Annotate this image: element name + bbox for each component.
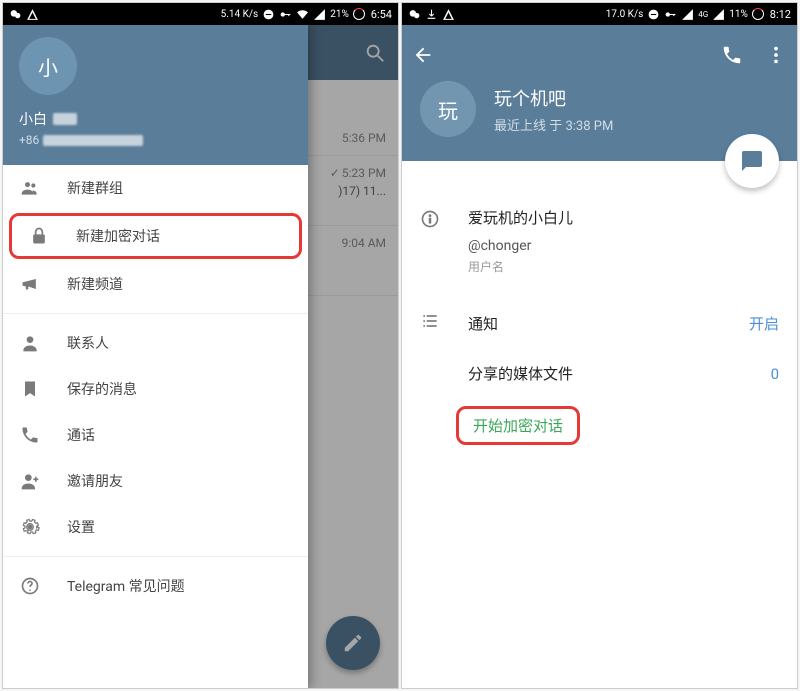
username-label: 用户名 (468, 258, 573, 275)
battery-percent: 11% (729, 9, 748, 20)
signal-icon (313, 8, 326, 21)
wifi-icon (296, 8, 309, 21)
menu-new-secret-chat[interactable]: 新建加密对话 (12, 216, 295, 256)
shared-media-label: 分享的媒体文件 (468, 363, 745, 384)
user-phone: +86 (19, 133, 292, 147)
key-icon (664, 8, 677, 21)
menu-invite-friends[interactable]: 邀请朋友 (3, 458, 308, 504)
contact-name: 玩个机吧 (494, 85, 613, 111)
notifications-row[interactable]: 通知 开启 (402, 297, 797, 349)
back-icon[interactable] (412, 44, 434, 66)
navigation-drawer: 小 小白 +86 新建群组 新建加密对话 新建频道 (3, 25, 308, 688)
bookmark-icon (20, 379, 40, 399)
menu-settings[interactable]: 设置 (3, 504, 308, 550)
divider (3, 556, 308, 557)
info-section: 爱玩机的小白儿 @chonger 用户名 (402, 201, 797, 281)
network-type: 4G (698, 10, 708, 19)
menu-label: 新建频道 (67, 274, 123, 294)
chat-icon (740, 149, 764, 173)
contact-avatar[interactable]: 玩 (420, 81, 476, 137)
notifications-label: 通知 (468, 313, 723, 334)
menu-calls[interactable]: 通话 (3, 412, 308, 458)
menu-label: 设置 (67, 517, 95, 537)
list-icon (420, 311, 440, 331)
right-phone-screenshot: 17.0 K/s 4G 11% 8:12 玩 玩个机吧 最近上线 于 3:38 … (401, 2, 798, 689)
drawer-header: 小 小白 +86 (3, 25, 308, 165)
clock-time: 8:12 (770, 8, 791, 21)
download-icon (425, 8, 438, 21)
profile-header: 玩 玩个机吧 最近上线 于 3:38 PM (402, 25, 797, 161)
highlight-new-secret-chat: 新建加密对话 (9, 213, 302, 259)
menu-contacts[interactable]: 联系人 (3, 320, 308, 366)
message-fab[interactable] (725, 134, 779, 188)
network-rate: 17.0 K/s (606, 9, 644, 20)
status-bar: 17.0 K/s 4G 11% 8:12 (402, 3, 797, 25)
status-bar: 5.14 K/s 21% 6:54 (3, 3, 398, 25)
shared-media-row[interactable]: 分享的媒体文件 0 (402, 349, 797, 398)
menu-label: 新建加密对话 (76, 226, 160, 246)
help-icon (20, 576, 40, 596)
lock-icon (29, 226, 49, 246)
drawer-scrim[interactable] (308, 25, 398, 688)
highlight-start-secret-chat[interactable]: 开始加密对话 (456, 406, 580, 445)
left-phone-screenshot: 5.14 K/s 21% 6:54 5:36 PM ✓5:23 PM )17) … (2, 2, 399, 689)
call-icon[interactable] (721, 44, 743, 66)
dnd-icon (262, 8, 275, 21)
start-secret-chat-label: 开始加密对话 (473, 417, 563, 435)
menu-new-channel[interactable]: 新建频道 (3, 261, 308, 307)
menu-label: Telegram 常见问题 (67, 576, 185, 596)
wechat-icon (9, 8, 22, 21)
group-icon (20, 178, 40, 198)
username-text[interactable]: @chonger (468, 238, 573, 254)
battery-circle-icon (752, 8, 764, 20)
menu-label: 通话 (67, 425, 95, 445)
menu-new-group[interactable]: 新建群组 (3, 165, 308, 211)
contact-status: 最近上线 于 3:38 PM (494, 115, 613, 134)
profile-content: 爱玩机的小白儿 @chonger 用户名 通知 开启 分享的媒体文件 0 开始加… (402, 161, 797, 688)
user-name: 小白 (19, 109, 292, 129)
menu-label: 联系人 (67, 333, 109, 353)
phone-icon (20, 425, 40, 445)
menu-label: 新建群组 (67, 178, 123, 198)
more-icon[interactable] (765, 44, 787, 66)
battery-circle-icon (353, 8, 365, 20)
menu-label: 保存的消息 (67, 379, 137, 399)
gear-icon (20, 517, 40, 537)
info-icon (420, 209, 440, 229)
shared-media-value: 0 (771, 365, 779, 383)
notifications-value: 开启 (749, 313, 779, 334)
bio-text: 爱玩机的小白儿 (468, 207, 573, 228)
contact-icon (20, 333, 40, 353)
megaphone-icon (20, 274, 40, 294)
drawer-menu: 新建群组 新建加密对话 新建频道 联系人 (3, 165, 308, 688)
menu-label: 邀请朋友 (67, 471, 123, 491)
warning-icon (26, 8, 39, 21)
key-icon (279, 8, 292, 21)
network-rate: 5.14 K/s (221, 9, 259, 20)
signal-icon (712, 8, 725, 21)
warning-icon (442, 8, 455, 21)
add-person-icon (20, 471, 40, 491)
wechat-icon (408, 8, 421, 21)
menu-saved-messages[interactable]: 保存的消息 (3, 366, 308, 412)
menu-faq[interactable]: Telegram 常见问题 (3, 563, 308, 609)
dnd-icon (647, 8, 660, 21)
clock-time: 6:54 (371, 8, 392, 21)
battery-percent: 21% (330, 9, 349, 20)
user-avatar[interactable]: 小 (19, 37, 77, 95)
divider (3, 313, 308, 314)
signal-icon (681, 8, 694, 21)
